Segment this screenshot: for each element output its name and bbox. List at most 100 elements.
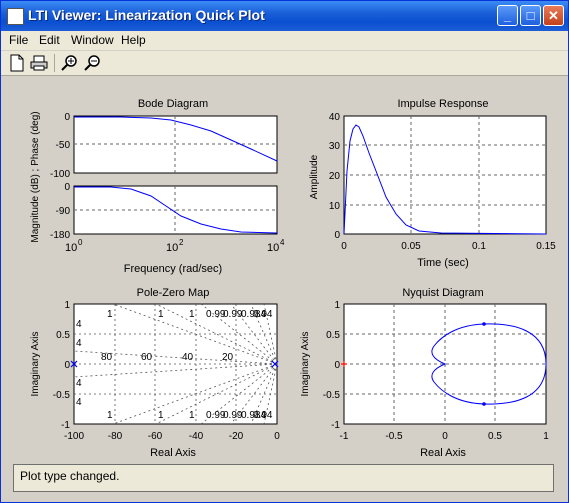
svg-text:40: 40 <box>329 112 341 123</box>
svg-text:4: 4 <box>76 397 82 408</box>
bode-mag-tick: 0 <box>64 112 70 123</box>
menu-file[interactable]: File <box>9 33 28 47</box>
svg-text:20: 20 <box>222 352 234 363</box>
pzmap-title: Pole-Zero Map <box>137 287 210 299</box>
bode-title: Bode Diagram <box>138 98 208 110</box>
svg-text:0: 0 <box>442 431 448 442</box>
menu-window[interactable]: Window <box>71 33 114 47</box>
svg-text:0.94: 0.94 <box>253 309 273 320</box>
zoom-out-icon[interactable] <box>84 54 102 72</box>
new-file-icon[interactable] <box>8 54 26 72</box>
svg-text:0: 0 <box>334 360 340 371</box>
menu-help[interactable]: Help <box>121 33 146 47</box>
nyquist-xlabel: Real Axis <box>420 447 466 459</box>
svg-text:0.15: 0.15 <box>536 241 556 252</box>
svg-text:-1: -1 <box>340 431 349 442</box>
lti-viewer-window: LTI Viewer: Linearization Quick Plot _ □… <box>0 0 569 503</box>
pzmap-xticks: -100 -80 -60 -40 -20 0 <box>64 431 280 442</box>
svg-text:-100: -100 <box>64 431 84 442</box>
status-bar: Plot type changed. <box>13 464 554 492</box>
svg-text:-60: -60 <box>148 431 163 442</box>
close-button[interactable]: ✕ <box>543 5 564 26</box>
svg-text:20: 20 <box>329 171 341 182</box>
svg-text:0.99: 0.99 <box>223 309 243 320</box>
plot-area: Bode Diagram Magnitude (dB) ; Phase (deg… <box>30 98 556 459</box>
window-title: LTI Viewer: Linearization Quick Plot <box>28 7 265 23</box>
nyquist-ylabel: Imaginary Axis <box>300 331 311 396</box>
svg-text:0: 0 <box>341 241 347 252</box>
bode-mag-tick: -100 <box>50 169 70 180</box>
impulse-xlabel: Time (sec) <box>417 257 469 269</box>
svg-text:1: 1 <box>543 431 549 442</box>
svg-text:80: 80 <box>101 352 113 363</box>
svg-text:4: 4 <box>76 378 82 389</box>
nyquist-xticks: -1 -0.5 0 0.5 1 <box>340 431 550 442</box>
zoom-in-icon[interactable] <box>61 54 79 72</box>
svg-text:0.94: 0.94 <box>253 410 273 421</box>
svg-text:1: 1 <box>189 309 195 320</box>
svg-text:-20: -20 <box>229 431 244 442</box>
impulse-xticks: 0 0.05 0.1 0.15 <box>341 241 556 252</box>
minimize-button[interactable]: _ <box>497 5 518 26</box>
svg-text:-0.5: -0.5 <box>385 431 403 442</box>
svg-text:10: 10 <box>267 242 279 254</box>
title-bar[interactable]: LTI Viewer: Linearization Quick Plot _ □… <box>1 1 568 31</box>
nyquist-yticks: 1 0.5 0 -0.5 -1 <box>323 300 341 431</box>
bode-phase-tick: -90 <box>56 206 71 217</box>
nyquist-axes <box>341 303 547 425</box>
toolbar-separator <box>54 54 55 72</box>
nyquist-title: Nyquist Diagram <box>402 287 483 299</box>
svg-text:10: 10 <box>329 201 341 212</box>
bode-phase-tick: 0 <box>64 182 70 193</box>
bode-mag-tick: -50 <box>56 140 71 151</box>
svg-text:-80: -80 <box>108 431 123 442</box>
svg-text:4: 4 <box>76 338 82 349</box>
svg-text:1: 1 <box>189 410 195 421</box>
svg-text:0.05: 0.05 <box>401 241 421 252</box>
svg-text:0.99: 0.99 <box>223 410 243 421</box>
svg-text:40: 40 <box>182 352 194 363</box>
svg-text:1: 1 <box>107 410 113 421</box>
svg-text:30: 30 <box>329 141 341 152</box>
svg-text:0: 0 <box>334 230 340 241</box>
bode-phase-tick: -180 <box>50 230 70 241</box>
svg-text:-1: -1 <box>61 420 70 431</box>
svg-text:10: 10 <box>166 242 178 254</box>
maximize-button[interactable]: □ <box>520 5 541 26</box>
menu-bar: File Edit Window Help <box>1 31 568 50</box>
svg-text:1: 1 <box>158 309 164 320</box>
impulse-yticks: 40 30 20 10 0 <box>329 112 341 241</box>
svg-text:0: 0 <box>78 238 83 247</box>
svg-text:-1: -1 <box>331 420 340 431</box>
toolbar <box>1 51 568 76</box>
matlab-app-icon <box>7 8 24 25</box>
svg-text:1: 1 <box>107 309 113 320</box>
impulse-title: Impulse Response <box>397 98 488 110</box>
pzmap-axes <box>70 303 279 425</box>
svg-text:60: 60 <box>141 352 153 363</box>
svg-text:0.5: 0.5 <box>326 330 340 341</box>
menu-edit[interactable]: Edit <box>39 33 60 47</box>
svg-text:1: 1 <box>334 300 340 311</box>
status-text: Plot type changed. <box>20 469 120 483</box>
svg-text:4: 4 <box>280 238 285 247</box>
svg-text:1: 1 <box>158 410 164 421</box>
svg-text:0.1: 0.1 <box>472 241 486 252</box>
svg-text:-0.5: -0.5 <box>323 390 341 401</box>
print-icon[interactable] <box>30 54 48 72</box>
bode-magnitude-axes <box>73 115 278 174</box>
bode-ylabel: Magnitude (dB) ; Phase (deg) <box>30 111 41 242</box>
bode-phase-axes <box>73 185 278 235</box>
svg-text:-0.5: -0.5 <box>53 390 71 401</box>
impulse-ylabel: Amplitude <box>309 154 320 199</box>
bode-xticks: 10 0 10 2 10 4 <box>65 238 285 254</box>
svg-text:10: 10 <box>65 242 77 254</box>
svg-text:0: 0 <box>64 360 70 371</box>
bode-xlabel: Frequency (rad/sec) <box>124 263 222 275</box>
svg-text:4: 4 <box>76 319 82 330</box>
pzmap-xlabel: Real Axis <box>150 447 196 459</box>
pzmap-yticks: 1 0.5 0 -0.5 -1 <box>53 300 71 431</box>
svg-text:2: 2 <box>179 238 184 247</box>
svg-text:0.5: 0.5 <box>56 330 70 341</box>
svg-text:-40: -40 <box>189 431 204 442</box>
